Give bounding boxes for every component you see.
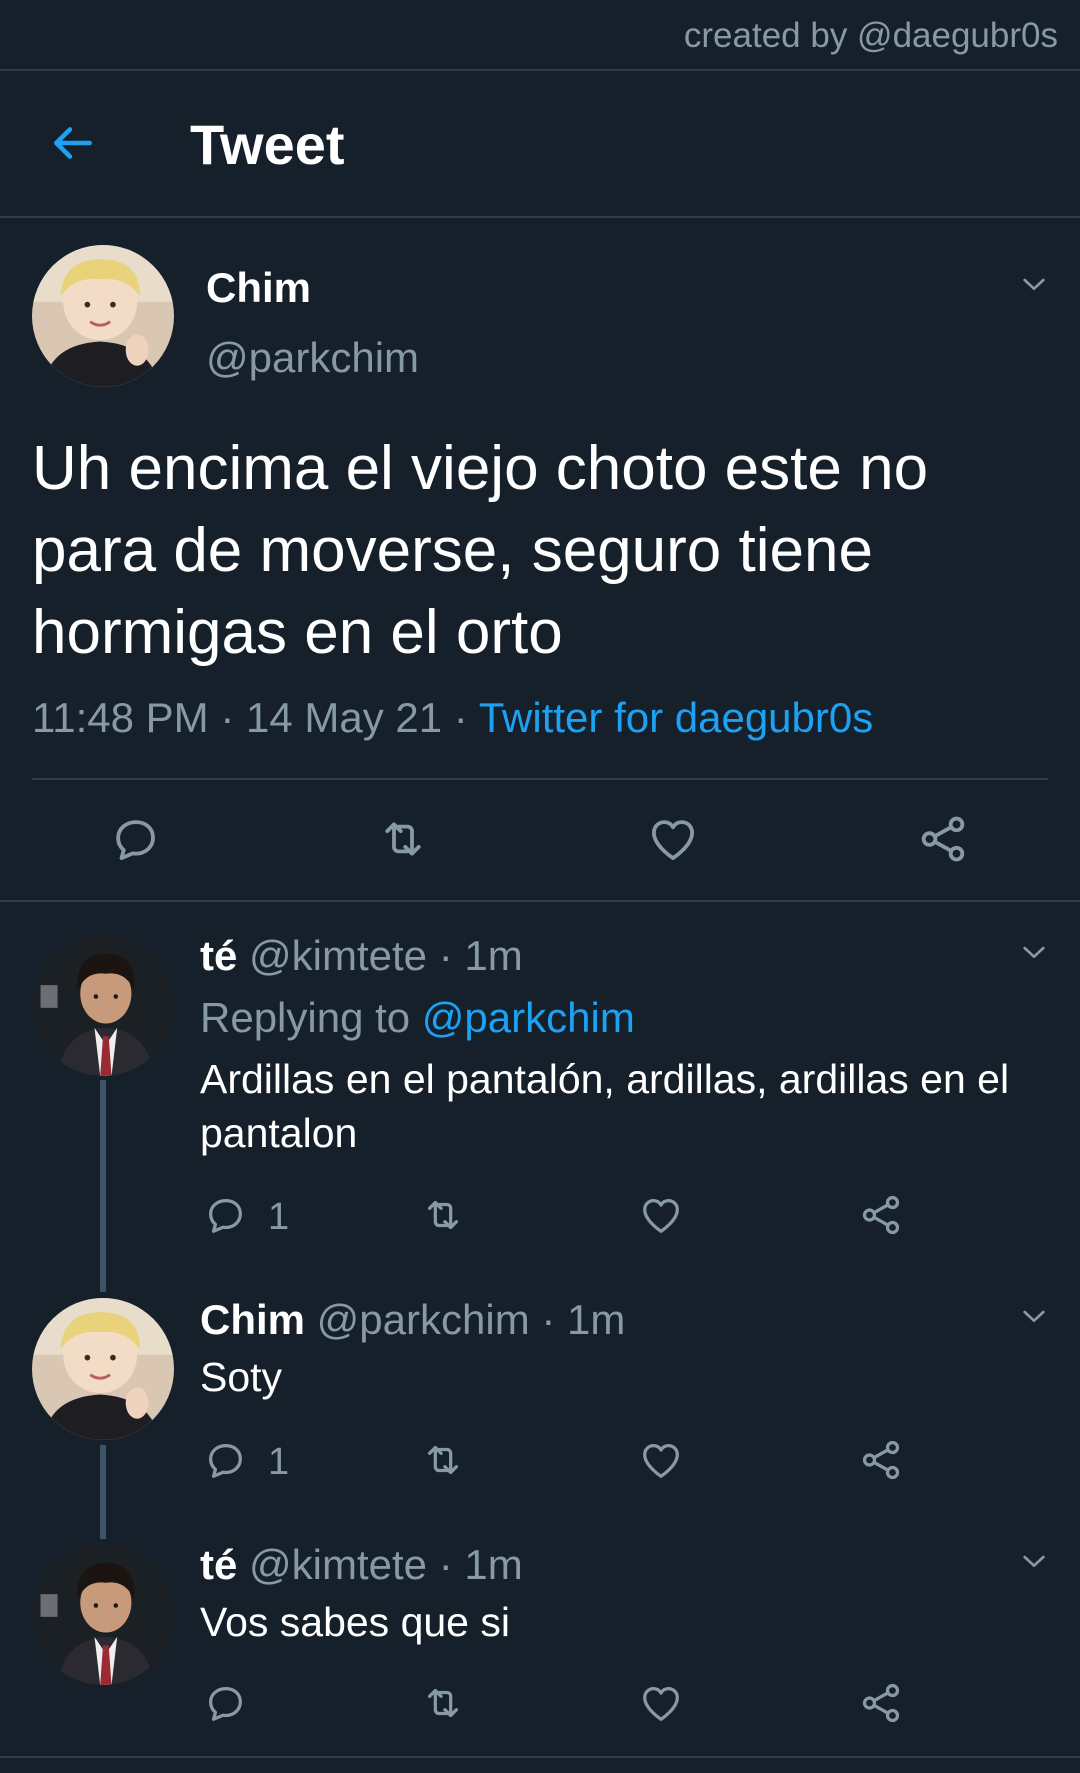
bottom-divider [0, 1756, 1080, 1758]
like-button[interactable] [638, 1680, 684, 1726]
retweet-button[interactable] [420, 1680, 466, 1726]
avatar[interactable] [32, 1543, 174, 1685]
share-icon [858, 1437, 904, 1483]
avatar[interactable] [32, 934, 174, 1076]
thread-line [100, 1445, 106, 1539]
author-handle[interactable]: @kimtete [249, 1541, 427, 1588]
header-top-divider [0, 69, 1080, 71]
author-name[interactable]: té [200, 1541, 237, 1588]
retweet-icon [420, 1437, 466, 1483]
reply-count: 1 [268, 1196, 290, 1238]
heart-icon [638, 1680, 684, 1726]
heart-icon [638, 1192, 684, 1238]
heart-icon [646, 812, 700, 866]
meta-separator: · [438, 932, 453, 979]
tweet-source-link[interactable]: Twitter for daegubr0s [479, 694, 874, 741]
share-button[interactable] [916, 812, 970, 866]
share-icon [858, 1680, 904, 1726]
tweet-divider [32, 778, 1048, 780]
author-name[interactable]: té [200, 932, 237, 979]
speech-bubble-icon [202, 1437, 248, 1483]
avatar-image [32, 934, 174, 1076]
retweet-icon [376, 812, 430, 866]
avatar[interactable] [32, 245, 174, 387]
tweet-time: 11:48 PM [32, 694, 209, 741]
tweet-menu-button[interactable] [1018, 936, 1050, 968]
reply-count: 1 [268, 1441, 290, 1483]
arrow-left-icon [54, 127, 92, 159]
share-button[interactable] [858, 1192, 904, 1238]
reply-button[interactable] [202, 1680, 248, 1726]
like-button[interactable] [638, 1437, 684, 1483]
retweet-icon [420, 1192, 466, 1238]
author-handle[interactable]: @parkchim [317, 1296, 530, 1343]
speech-bubble-icon [202, 1680, 248, 1726]
tweet-menu-button[interactable] [1018, 1545, 1050, 1577]
reply-button[interactable] [202, 1437, 248, 1483]
reply-time: 1m [464, 932, 523, 979]
reply-header: té @kimtete · 1m [200, 1541, 523, 1589]
retweet-button[interactable] [376, 812, 430, 866]
meta-separator: · [438, 1541, 453, 1588]
meta-separator: · [541, 1296, 556, 1343]
retweet-button[interactable] [420, 1192, 466, 1238]
main-tweet-divider [0, 900, 1080, 902]
share-button[interactable] [858, 1680, 904, 1726]
reply-text: Soty [200, 1354, 283, 1400]
heart-icon [638, 1437, 684, 1483]
tweet-metadata: 11:48 PM · 14 May 21 · Twitter for daegu… [32, 694, 873, 742]
avatar-image [32, 1298, 174, 1440]
thread-line [100, 1080, 106, 1292]
share-icon [916, 812, 970, 866]
meta-separator: · [220, 694, 235, 741]
reply-header: Chim @parkchim · 1m [200, 1296, 625, 1344]
author-handle[interactable]: @parkchim [206, 334, 419, 382]
meta-separator: · [453, 694, 468, 741]
replying-label: Replying to [200, 994, 411, 1041]
author-name[interactable]: Chim [200, 1296, 305, 1343]
tweet-text: Uh encima el viejo choto este no para de… [32, 434, 929, 667]
author-name[interactable]: Chim [206, 264, 311, 312]
like-button[interactable] [638, 1192, 684, 1238]
tweet-menu-button[interactable] [1018, 268, 1050, 300]
reply-button[interactable] [108, 812, 162, 866]
header-bottom-divider [0, 216, 1080, 218]
retweet-icon [420, 1680, 466, 1726]
creator-credit: created by @daegubr0s [683, 16, 1058, 55]
chevron-down-icon [1018, 1545, 1050, 1577]
author-handle[interactable]: @kimtete [249, 932, 427, 979]
tweet-menu-button[interactable] [1018, 1300, 1050, 1332]
reply-text: Vos sabes que si [200, 1599, 510, 1645]
speech-bubble-icon [202, 1192, 248, 1238]
mention-link[interactable]: @parkchim [422, 994, 635, 1041]
share-icon [858, 1192, 904, 1238]
chevron-down-icon [1018, 1300, 1050, 1332]
chevron-down-icon [1018, 936, 1050, 968]
reply-button[interactable] [202, 1192, 248, 1238]
like-button[interactable] [646, 812, 700, 866]
avatar-image [32, 1543, 174, 1685]
tweet-date: 14 May 21 [246, 694, 443, 741]
avatar[interactable] [32, 1298, 174, 1440]
replying-to: Replying to @parkchim [200, 994, 635, 1042]
reply-time: 1m [567, 1296, 626, 1343]
reply-time: 1m [464, 1541, 523, 1588]
speech-bubble-icon [108, 812, 162, 866]
reply-text: Ardillas en el pantalón, ardillas, ardil… [200, 1056, 1010, 1156]
chevron-down-icon [1018, 268, 1050, 300]
share-button[interactable] [858, 1437, 904, 1483]
retweet-button[interactable] [420, 1437, 466, 1483]
back-button[interactable] [48, 118, 98, 168]
page-title: Tweet [190, 113, 345, 176]
avatar-image [32, 245, 174, 387]
reply-header: té @kimtete · 1m [200, 932, 523, 980]
